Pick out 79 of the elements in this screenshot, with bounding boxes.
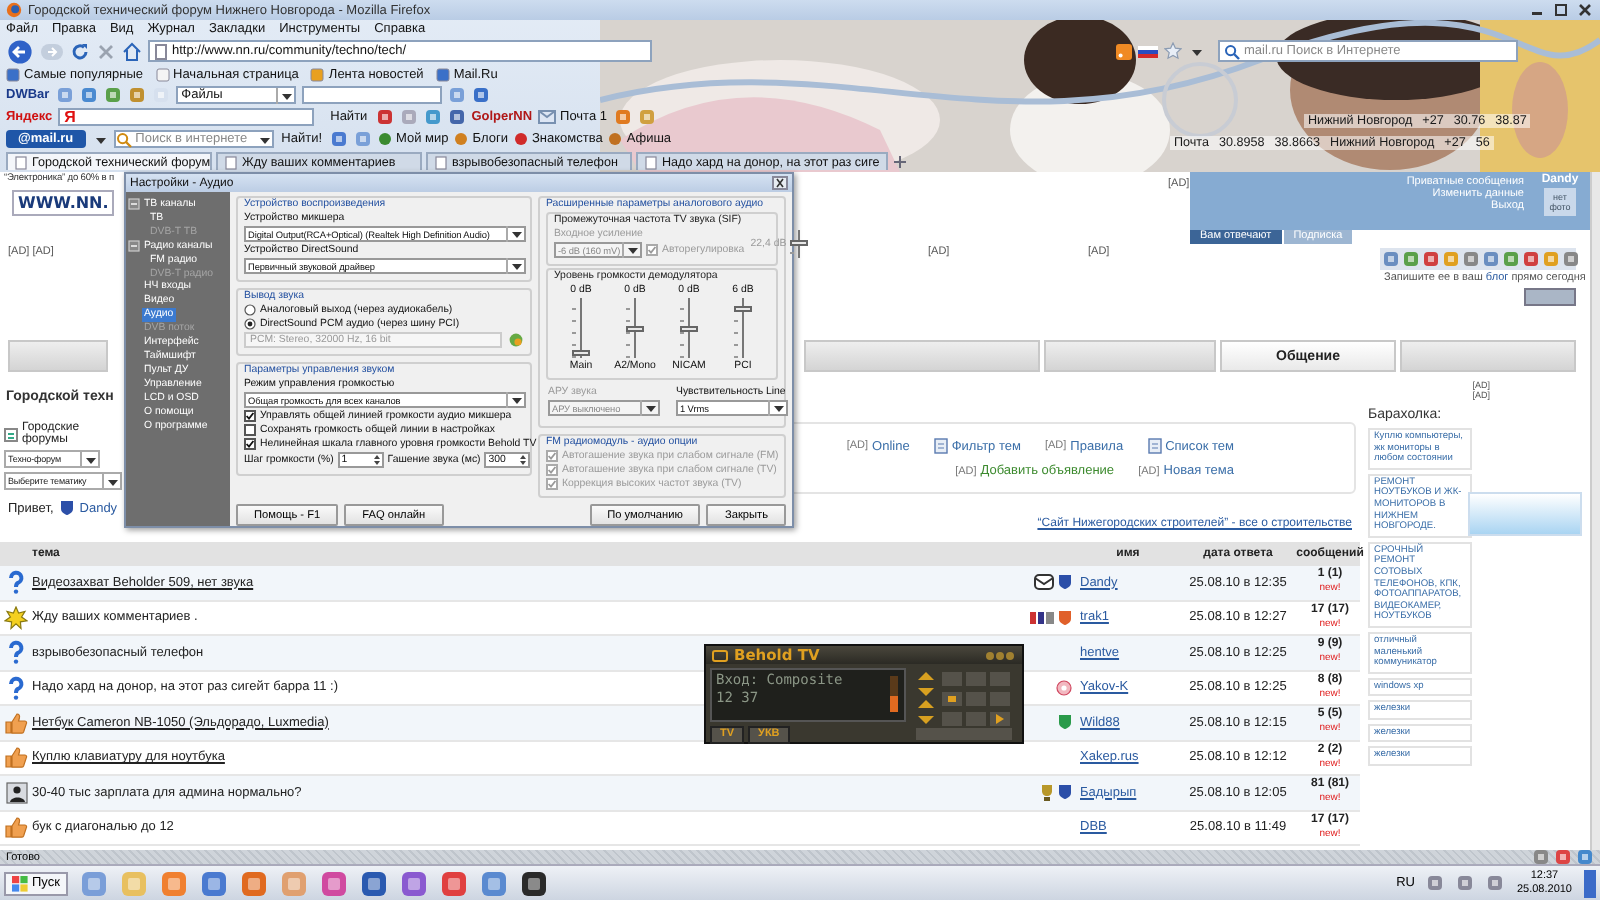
- caret-icon: [80, 451, 98, 467]
- caret-icon: [622, 242, 640, 258]
- bookmark-icon: [155, 67, 170, 81]
- close-icon: [774, 178, 786, 188]
- person-icon: [5, 781, 27, 804]
- list-icon: [933, 438, 948, 454]
- player-controls-drawing[interactable]: [912, 668, 1016, 742]
- search-icon: [115, 131, 132, 147]
- back-button[interactable]: [6, 39, 34, 63]
- thumbs-up-icon: [4, 711, 28, 734]
- search-icon: [1224, 43, 1240, 59]
- question-icon: [6, 570, 26, 595]
- flag-icon: [1138, 43, 1158, 59]
- spin-icon[interactable]: [371, 454, 382, 466]
- stop-icon[interactable]: [96, 41, 116, 61]
- maximize-icon[interactable]: [1552, 2, 1570, 18]
- level-meter-drawing: [888, 672, 900, 716]
- bookmark-icon: [6, 67, 20, 81]
- link-icon: [378, 132, 393, 146]
- windows-logo-icon: [12, 875, 28, 891]
- page-icon: [154, 43, 168, 59]
- envelope-icon: [1034, 574, 1054, 591]
- slider-thumb[interactable]: [680, 325, 698, 331]
- caret-icon: [506, 258, 524, 274]
- link-icon: [513, 132, 528, 146]
- firefox-icon: [6, 2, 22, 18]
- tv-icon: [712, 649, 728, 661]
- question-icon: [6, 640, 26, 665]
- caret-icon: [768, 400, 786, 416]
- promo-button[interactable]: [1524, 288, 1576, 306]
- link-icon: [454, 132, 469, 146]
- yandex-search-field[interactable]: Я: [58, 108, 315, 126]
- star-icon[interactable]: [1164, 42, 1182, 60]
- checkbox[interactable]: [244, 424, 256, 436]
- speaker-icon[interactable]: [508, 332, 524, 348]
- info-popup: [1468, 492, 1582, 536]
- home-icon[interactable]: [122, 41, 142, 61]
- new-tab-icon[interactable]: [891, 154, 908, 170]
- collapse-icon[interactable]: [128, 198, 140, 211]
- logo-icon: [1030, 609, 1054, 626]
- caret-icon: [506, 226, 524, 242]
- toolbar-search-field[interactable]: [301, 86, 442, 104]
- radio-button[interactable]: [244, 304, 256, 316]
- show-desktop-icon[interactable]: [1584, 869, 1596, 897]
- caret-icon: [102, 473, 120, 489]
- page-icon: [224, 155, 238, 169]
- taskbar-app-icon[interactable]: [519, 869, 548, 897]
- collapse-icon[interactable]: [128, 240, 140, 253]
- thumbs-up-icon: [4, 746, 28, 769]
- link-icon: [608, 132, 623, 146]
- page-icon: [644, 155, 658, 169]
- checkbox[interactable]: [244, 410, 256, 422]
- rosette-icon: [1056, 679, 1072, 696]
- star-icon: [4, 605, 28, 630]
- caret-icon: [640, 400, 658, 416]
- caret-icon: [275, 87, 294, 103]
- taskbar-app-icon[interactable]: [359, 869, 388, 897]
- reload-icon[interactable]: [70, 41, 90, 61]
- caret-icon: [506, 392, 524, 408]
- trophy-icon: [1040, 783, 1054, 802]
- checkbox[interactable]: [244, 438, 256, 450]
- scrollbar[interactable]: [1590, 172, 1600, 850]
- spin-icon[interactable]: [518, 454, 529, 466]
- slider-thumb[interactable]: [626, 325, 644, 331]
- question-icon: [6, 675, 26, 700]
- close-icon[interactable]: [1576, 2, 1594, 18]
- slider-thumb[interactable]: [734, 306, 752, 313]
- site-logo[interactable]: WWW.NN.: [12, 190, 115, 216]
- thumbs-up-icon: [4, 816, 28, 839]
- slider-thumb[interactable]: [572, 349, 590, 356]
- bookmark-icon: [310, 67, 325, 81]
- shield-icon: [59, 500, 74, 516]
- page-icon: [434, 155, 448, 169]
- window-controls-icon[interactable]: [984, 649, 1016, 661]
- close-button[interactable]: [772, 176, 788, 190]
- list-icon: [1147, 438, 1162, 454]
- radio-button[interactable]: [244, 318, 256, 330]
- bookmark-icon: [435, 67, 450, 81]
- envelope-icon: [538, 110, 557, 124]
